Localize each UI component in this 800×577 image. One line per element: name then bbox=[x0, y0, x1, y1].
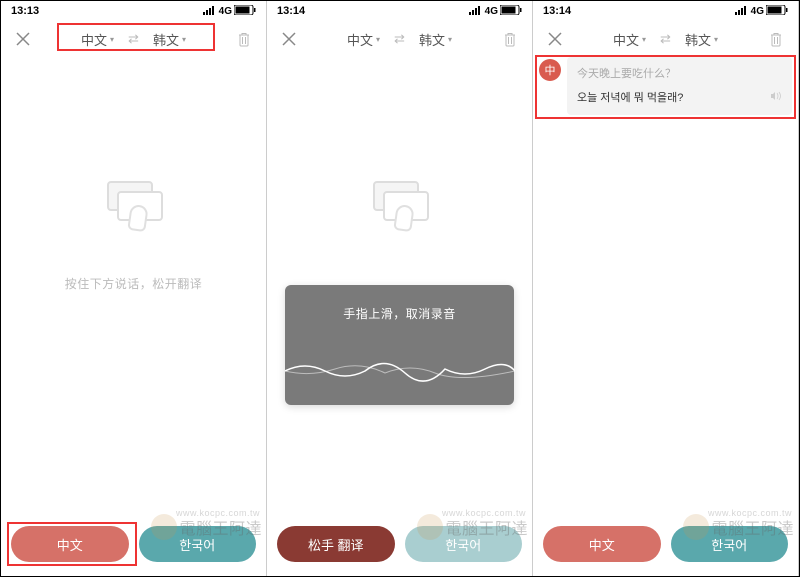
watermark-sub: www.kocpc.com.tw bbox=[708, 508, 792, 518]
language-bar: 中文 ▾ ⇄ 韩文 ▾ bbox=[39, 28, 228, 51]
recording-panel: 手指上滑，取消录音 bbox=[285, 285, 514, 405]
chevron-down-icon: ▾ bbox=[376, 35, 380, 44]
main-area: 手指上滑，取消录音 bbox=[267, 57, 532, 576]
tap-illustration bbox=[99, 177, 169, 247]
battery-icon bbox=[766, 5, 788, 18]
close-button[interactable] bbox=[277, 27, 301, 51]
source-language-select[interactable]: 中文 ▾ bbox=[77, 28, 118, 51]
chevron-down-icon: ▾ bbox=[714, 35, 718, 44]
network-label: 4G bbox=[219, 6, 232, 17]
trash-button[interactable] bbox=[764, 27, 788, 51]
speak-source-button[interactable]: 中文 bbox=[11, 526, 129, 562]
source-language-badge-label: 中 bbox=[545, 62, 556, 78]
target-language-label: 韩文 bbox=[419, 30, 445, 49]
chevron-down-icon: ▾ bbox=[448, 35, 452, 44]
tap-illustration bbox=[365, 177, 435, 247]
status-time: 13:13 bbox=[11, 5, 39, 17]
source-language-label: 中文 bbox=[347, 30, 373, 49]
signal-icon bbox=[469, 5, 483, 18]
translation-text: 오늘 저녁에 뭐 먹을래? bbox=[577, 89, 683, 105]
status-right: 4G bbox=[469, 5, 522, 18]
language-bar: 中文 ▾ ⇄ 韩文 ▾ bbox=[571, 28, 760, 51]
swap-icon[interactable]: ⇄ bbox=[656, 31, 675, 47]
translation-bubble[interactable]: 今天晚上要吃什么？ 오늘 저녁에 뭐 먹을래? bbox=[567, 57, 792, 115]
target-language-select[interactable]: 韩文 ▾ bbox=[415, 28, 456, 51]
watermark-sub: www.kocpc.com.tw bbox=[442, 508, 526, 518]
source-language-select[interactable]: 中文 ▾ bbox=[609, 28, 650, 51]
trash-button[interactable] bbox=[498, 27, 522, 51]
target-language-label: 韩文 bbox=[685, 30, 711, 49]
status-time: 13:14 bbox=[277, 5, 305, 17]
network-label: 4G bbox=[485, 6, 498, 17]
status-bar: 13:14 4G bbox=[267, 1, 532, 21]
source-language-badge: 中 bbox=[539, 59, 561, 81]
screen-1: 13:13 4G 中文 ▾ ⇄ 韩文 ▾ bbox=[1, 1, 267, 576]
battery-icon bbox=[500, 5, 522, 18]
watermark: 電腦王阿達 www.kocpc.com.tw bbox=[417, 514, 528, 540]
status-right: 4G bbox=[735, 5, 788, 18]
close-button[interactable] bbox=[11, 27, 35, 51]
target-language-select[interactable]: 韩文 ▾ bbox=[681, 28, 722, 51]
release-translate-button[interactable]: 松手 翻译 bbox=[277, 526, 395, 562]
screen-2: 13:14 4G 中文 ▾ ⇄ 韩文 ▾ bbox=[267, 1, 533, 576]
hold-to-speak-hint: 按住下方说话，松开翻译 bbox=[65, 275, 203, 292]
chevron-down-icon: ▾ bbox=[642, 35, 646, 44]
swap-icon[interactable]: ⇄ bbox=[390, 31, 409, 47]
source-language-label: 中文 bbox=[81, 30, 107, 49]
main-area: 按住下方说话，松开翻译 bbox=[1, 57, 266, 576]
status-right: 4G bbox=[203, 5, 256, 18]
target-language-select[interactable]: 韩文 ▾ bbox=[149, 28, 190, 51]
speak-source-label: 中文 bbox=[589, 535, 615, 554]
source-language-select[interactable]: 中文 ▾ bbox=[343, 28, 384, 51]
source-text: 今天晚上要吃什么？ bbox=[577, 65, 782, 81]
watermark: 電腦王阿達 www.kocpc.com.tw bbox=[151, 514, 262, 540]
chevron-down-icon: ▾ bbox=[110, 35, 114, 44]
network-label: 4G bbox=[751, 6, 764, 17]
signal-icon bbox=[203, 5, 217, 18]
status-bar: 13:14 4G bbox=[533, 1, 798, 21]
swap-icon[interactable]: ⇄ bbox=[124, 31, 143, 47]
speak-source-button[interactable]: 中文 bbox=[543, 526, 661, 562]
speak-source-label: 中文 bbox=[57, 535, 83, 554]
watermark-text: 電腦王阿達 bbox=[179, 515, 262, 539]
target-language-label: 韩文 bbox=[153, 30, 179, 49]
release-translate-label: 松手 翻译 bbox=[308, 535, 364, 554]
waveform-icon bbox=[285, 359, 515, 383]
watermark-sub: www.kocpc.com.tw bbox=[176, 508, 260, 518]
trash-button[interactable] bbox=[232, 27, 256, 51]
close-button[interactable] bbox=[543, 27, 567, 51]
translation-result: 中 今天晚上要吃什么？ 오늘 저녁에 뭐 먹을래? bbox=[539, 57, 792, 115]
status-bar: 13:13 4G bbox=[1, 1, 266, 21]
watermark-text: 電腦王阿達 bbox=[445, 515, 528, 539]
language-bar: 中文 ▾ ⇄ 韩文 ▾ bbox=[305, 28, 494, 51]
main-area bbox=[533, 57, 798, 576]
chevron-down-icon: ▾ bbox=[182, 35, 186, 44]
watermark-text: 電腦王阿達 bbox=[711, 515, 794, 539]
speaker-icon[interactable] bbox=[770, 91, 782, 104]
toolbar: 中文 ▾ ⇄ 韩文 ▾ bbox=[1, 21, 266, 57]
source-language-label: 中文 bbox=[613, 30, 639, 49]
toolbar: 中文 ▾ ⇄ 韩文 ▾ bbox=[267, 21, 532, 57]
slide-up-cancel-hint: 手指上滑，取消录音 bbox=[343, 305, 456, 322]
toolbar: 中文 ▾ ⇄ 韩文 ▾ bbox=[533, 21, 798, 57]
signal-icon bbox=[735, 5, 749, 18]
status-time: 13:14 bbox=[543, 5, 571, 17]
battery-icon bbox=[234, 5, 256, 18]
watermark: 電腦王阿達 www.kocpc.com.tw bbox=[683, 514, 794, 540]
screen-3: 13:14 4G 中文 ▾ ⇄ 韩文 ▾ bbox=[533, 1, 799, 576]
